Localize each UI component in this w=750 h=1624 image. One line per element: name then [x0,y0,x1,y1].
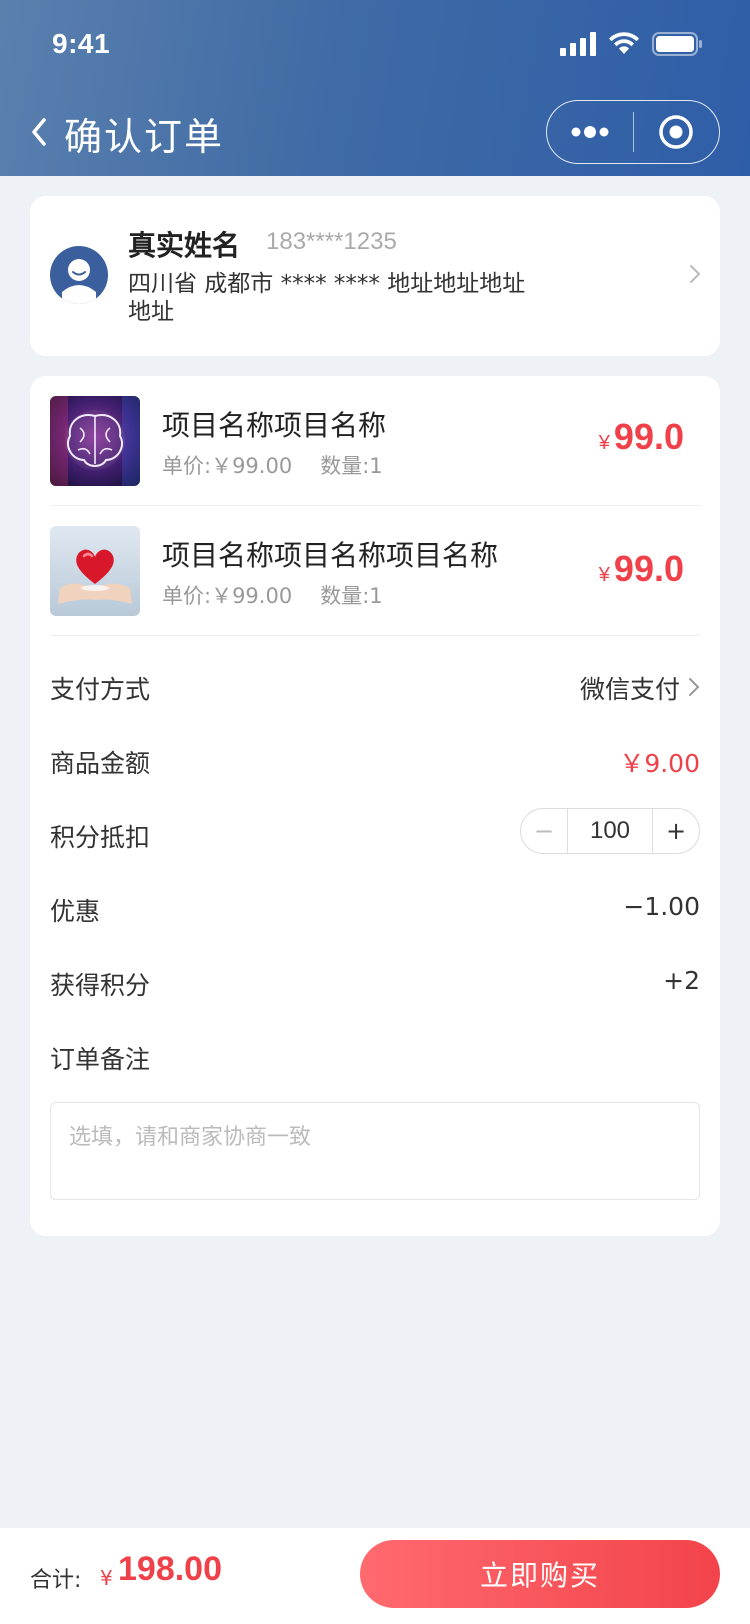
goods-amount-row: 商品金额 ￥9.00 [50,740,700,780]
payment-label: 支付方式 [50,675,151,704]
product-item[interactable]: 项目名称项目名称项目名称 单价:￥99.00 数量:1 ¥99.0 [50,506,700,636]
total-currency: ¥ [100,1566,113,1590]
chevron-right-icon [689,678,700,696]
decrement-button[interactable]: − [521,809,567,853]
close-button[interactable] [634,101,720,163]
price-value: 99.0 [613,416,684,457]
currency-symbol: ¥ [598,432,610,454]
status-icons [560,30,702,58]
total-label: 合计: [30,1568,82,1593]
header: 9:41 确认订单 [0,0,750,176]
discount-row: 优惠 −1.00 [50,888,700,928]
brain-image [50,396,140,486]
user-avatar-icon [50,246,108,304]
discount-label: 优惠 [50,897,101,926]
currency-symbol: ¥ [598,564,610,586]
product-meta: 单价:￥99.00 数量:1 [162,580,383,610]
unit-price: 单价:￥99.00 [162,454,293,478]
goods-amount-value: ￥9.00 [619,749,700,778]
earn-points-value: +2 [663,966,700,995]
product-name: 项目名称项目名称 [162,409,387,442]
battery-icon [652,32,702,56]
more-button[interactable] [547,101,633,163]
product-price: ¥99.0 [599,548,684,590]
order-card: 项目名称项目名称 单价:￥99.00 数量:1 ¥99.0 项目名称项目名称项目… [30,376,720,1236]
payment-value: 微信支付 [579,675,680,704]
order-note-input[interactable] [50,1102,700,1200]
recipient-address: 四川省 成都市 **** **** 地址地址地址地址 [128,271,526,325]
page-title: 确认订单 [64,115,225,159]
quantity: 数量:1 [320,584,383,608]
order-note-label: 订单备注 [50,1045,151,1074]
heart-hands-image [50,526,140,616]
recipient-name: 真实姓名 [128,229,241,262]
buy-now-button[interactable]: 立即购买 [360,1540,720,1608]
order-note-row: 订单备注 [50,1036,700,1076]
points-deduct-label: 积分抵扣 [50,823,151,852]
product-price: ¥99.0 [599,416,684,458]
increment-button[interactable]: + [653,809,699,853]
mini-program-capsule [546,100,720,164]
total-amount: 198.00 [118,1550,222,1588]
discount-value: −1.00 [623,892,700,921]
recipient-phone: 183****1235 [266,228,397,255]
product-meta: 单价:￥99.00 数量:1 [162,450,383,480]
goods-amount-label: 商品金额 [50,749,151,778]
status-time: 9:41 [52,28,111,59]
chevron-left-icon[interactable] [24,112,54,152]
address-card[interactable]: 真实姓名 183****1235 四川省 成都市 **** **** 地址地址地… [30,196,720,356]
earn-points-row: 获得积分 +2 [50,962,700,1002]
points-stepper: − 100 + [520,808,700,854]
earn-points-label: 获得积分 [50,971,151,1000]
product-item[interactable]: 项目名称项目名称 单价:￥99.00 数量:1 ¥99.0 [50,376,700,506]
product-name: 项目名称项目名称项目名称 [162,539,499,572]
points-deduct-row: 积分抵扣 − 100 + [50,808,700,854]
points-value[interactable]: 100 [567,809,653,853]
unit-price: 单价:￥99.00 [162,584,293,608]
payment-method-row[interactable]: 支付方式 微信支付 [50,666,700,706]
wifi-icon [609,32,639,54]
bottom-bar: 合计: ¥ 198.00 立即购买 [0,1528,750,1624]
chevron-right-icon [690,265,701,283]
target-close-icon [659,115,693,149]
signal-icon [560,32,596,56]
more-dots-icon [571,126,609,138]
price-value: 99.0 [613,548,684,589]
quantity: 数量:1 [320,454,383,478]
